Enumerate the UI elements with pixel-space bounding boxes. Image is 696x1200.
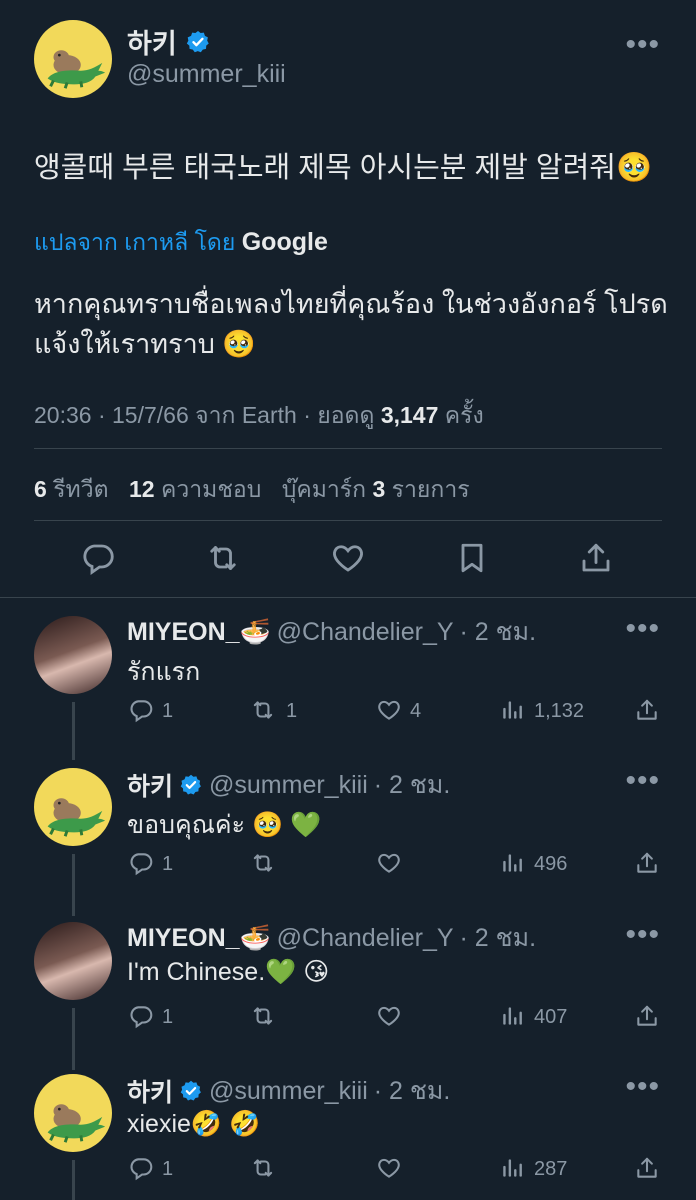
translated-from-label: แปลจาก เกาหลี โดย: [34, 229, 236, 255]
like-label[interactable]: ความชอบ: [161, 476, 261, 502]
view-count: 3,147: [380, 402, 439, 428]
tweet-meta: 20:36 · 15/7/66 จาก Earth · ยอดดู 3,147 …: [34, 398, 484, 434]
more-icon[interactable]: •••: [625, 920, 660, 950]
reply-header: MIYEON_🍜 @Chandelier_Y · 2 ชม.: [127, 612, 536, 652]
avatar[interactable]: [34, 1074, 112, 1152]
engagement-stats: 6 รีทวีต 12 ความชอบ บุ๊คมาร์ก 3 รายการ: [34, 472, 470, 508]
divider: [0, 597, 696, 598]
reply-count: 1: [162, 1006, 174, 1028]
translation-attribution[interactable]: แปลจาก เกาหลี โดย Google: [34, 225, 328, 261]
author-handle[interactable]: @summer_kiii: [209, 1077, 368, 1106]
bookmark-label: บุ๊คมาร์ก: [281, 476, 367, 502]
view-count: 287: [534, 1158, 568, 1180]
view-count: 1,132: [534, 700, 585, 722]
share-icon[interactable]: [634, 1155, 660, 1181]
author-handle[interactable]: @Chandelier_Y: [277, 618, 454, 647]
retweet-icon[interactable]: [205, 540, 241, 576]
bookmark-icon[interactable]: [454, 540, 490, 576]
reply-icon[interactable]: [128, 850, 154, 876]
verified-icon: [185, 29, 211, 55]
like-count[interactable]: 12: [129, 476, 155, 502]
verified-icon: [179, 1079, 203, 1103]
timestamp[interactable]: · 2 ชม.: [374, 1071, 451, 1111]
display-name[interactable]: MIYEON_🍜: [127, 924, 271, 953]
verified-icon: [179, 773, 203, 797]
retweet-count: 1: [286, 700, 298, 722]
like-icon[interactable]: [376, 850, 402, 876]
divider: [34, 448, 662, 449]
display-name[interactable]: 하키: [127, 1073, 173, 1109]
author-handle[interactable]: @summer_kiii: [127, 60, 286, 89]
reply-text: xiexie🤣 🤣: [127, 1110, 261, 1138]
view-count: 407: [534, 1006, 568, 1028]
reply-text: I'm Chinese.💚 😘: [127, 958, 330, 986]
timestamp[interactable]: · 2 ชม.: [374, 765, 451, 805]
retweet-icon[interactable]: [250, 1155, 276, 1181]
share-icon[interactable]: [634, 697, 660, 723]
retweet-label[interactable]: รีทวีต: [53, 476, 108, 502]
reply-icon[interactable]: [80, 540, 116, 576]
divider: [34, 520, 662, 521]
like-icon[interactable]: [330, 540, 366, 576]
share-icon[interactable]: [578, 540, 614, 576]
reply-text: รักแรก: [127, 658, 201, 686]
thread-line: [72, 702, 75, 760]
reply-count: 1: [162, 1158, 174, 1180]
more-icon[interactable]: •••: [625, 766, 660, 796]
reply-icon[interactable]: [128, 697, 154, 723]
reply-icon[interactable]: [128, 1003, 154, 1029]
view-count: 496: [534, 853, 568, 875]
views-icon[interactable]: [500, 850, 526, 876]
avatar[interactable]: [34, 20, 112, 98]
reply-header: 하키 @summer_kiii · 2 ชม.: [127, 1071, 450, 1111]
google-label: Google: [241, 228, 328, 256]
timestamp[interactable]: · 2 ชม.: [460, 918, 537, 958]
retweet-icon[interactable]: [250, 697, 276, 723]
thread-line: [72, 1008, 75, 1070]
retweet-icon[interactable]: [250, 1003, 276, 1029]
reply-text: ขอบคุณค่ะ 🥹 💚: [127, 811, 322, 839]
reply-count: 1: [162, 700, 174, 722]
reply-icon[interactable]: [128, 1155, 154, 1181]
more-icon[interactable]: •••: [625, 30, 660, 60]
thread-line: [72, 1160, 75, 1200]
view-suffix: ครั้ง: [444, 402, 484, 428]
reply-header: MIYEON_🍜 @Chandelier_Y · 2 ชม.: [127, 918, 536, 958]
like-icon[interactable]: [376, 1003, 402, 1029]
reply-count: 1: [162, 853, 174, 875]
display-name: 하키: [127, 29, 177, 59]
share-icon[interactable]: [634, 850, 660, 876]
avatar[interactable]: [34, 768, 112, 846]
timestamp-source[interactable]: 20:36 · 15/7/66 จาก Earth · ยอดดู: [34, 402, 374, 428]
bookmark-count: 3: [372, 476, 386, 502]
author-name[interactable]: 하키: [127, 22, 211, 61]
avatar[interactable]: [34, 922, 112, 1000]
views-icon[interactable]: [500, 697, 526, 723]
reply-header: 하키 @summer_kiii · 2 ชม.: [127, 765, 450, 805]
views-icon[interactable]: [500, 1155, 526, 1181]
thread-line: [72, 854, 75, 916]
capybara-avatar-icon: [34, 768, 112, 846]
retweet-count[interactable]: 6: [34, 476, 47, 502]
display-name[interactable]: MIYEON_🍜: [127, 618, 271, 647]
like-icon[interactable]: [376, 1155, 402, 1181]
timestamp[interactable]: · 2 ชม.: [460, 612, 537, 652]
more-icon[interactable]: •••: [625, 1072, 660, 1102]
retweet-icon[interactable]: [250, 850, 276, 876]
tweet-text: 앵콜때 부른 태국노래 제목 아시는분 제발 알려줘🥹: [34, 152, 653, 184]
author-handle[interactable]: @Chandelier_Y: [277, 924, 454, 953]
like-icon[interactable]: [376, 697, 402, 723]
like-count: 4: [410, 700, 422, 722]
author-handle[interactable]: @summer_kiii: [209, 771, 368, 800]
capybara-avatar-icon: [34, 20, 112, 98]
avatar[interactable]: [34, 616, 112, 694]
more-icon[interactable]: •••: [625, 614, 660, 644]
capybara-avatar-icon: [34, 1074, 112, 1152]
share-icon[interactable]: [634, 1003, 660, 1029]
translated-text: หากคุณทราบชื่อเพลงไทยที่คุณร้อง ในช่วงอั…: [34, 289, 668, 359]
views-icon[interactable]: [500, 1003, 526, 1029]
bookmark-suffix: รายการ: [391, 476, 470, 502]
display-name[interactable]: 하키: [127, 767, 173, 803]
